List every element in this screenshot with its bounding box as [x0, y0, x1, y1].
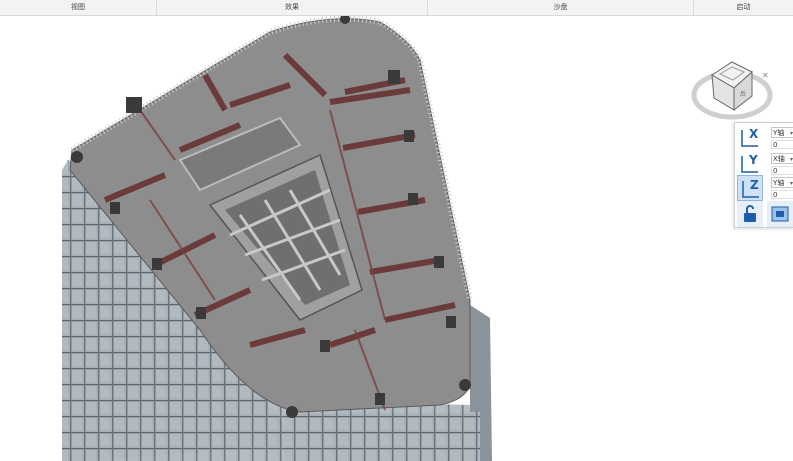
- building-model[interactable]: [62, 16, 492, 461]
- z-axis-select[interactable]: Y轴 ▾: [771, 177, 793, 188]
- viewcube-icon[interactable]: 后: [711, 61, 753, 112]
- viewcube-face-label: 后: [740, 90, 746, 98]
- lower-floor-band: [285, 412, 480, 461]
- y-axis-select[interactable]: X轴 ▾: [771, 153, 793, 164]
- unlock-icon[interactable]: [737, 201, 763, 227]
- y-axis-value[interactable]: 0: [771, 166, 793, 175]
- axis-row-y: Y X轴 ▾ 0: [737, 151, 793, 177]
- tab-launch[interactable]: 启动: [694, 0, 793, 15]
- axis-row-x: X Y轴 ▾ 0: [737, 125, 793, 151]
- viewcube[interactable]: 后 ✕: [690, 50, 780, 128]
- x-axis-value[interactable]: 0: [771, 140, 793, 149]
- z-axis-label: Z: [750, 178, 759, 192]
- axis-row-z: Z Y轴 ▾ 0: [737, 175, 793, 201]
- y-axis-label: Y: [749, 153, 758, 167]
- section-box-icon[interactable]: [767, 201, 793, 227]
- tab-effects[interactable]: 效果: [157, 0, 428, 15]
- 3d-viewport[interactable]: [0, 16, 793, 461]
- x-axis-label: X: [749, 127, 759, 141]
- axis-tool-panel: X Y轴 ▾ 0 Y X轴 ▾ 0 Z Y轴 ▾ 0: [734, 122, 793, 228]
- tab-sandbox[interactable]: 沙盘: [428, 0, 694, 15]
- z-axis-icon[interactable]: Z: [737, 175, 763, 201]
- axis-row-tools: [737, 201, 793, 227]
- x-axis-select[interactable]: Y轴 ▾: [771, 127, 793, 138]
- y-axis-icon[interactable]: Y: [737, 151, 763, 177]
- tab-view[interactable]: 视图: [0, 0, 157, 15]
- ribbon-tab-bar: 视图 效果 沙盘 启动: [0, 0, 793, 16]
- z-axis-value[interactable]: 0: [771, 190, 793, 199]
- x-axis-icon[interactable]: X: [737, 125, 763, 151]
- compass-marker-icon[interactable]: ✕: [762, 71, 769, 80]
